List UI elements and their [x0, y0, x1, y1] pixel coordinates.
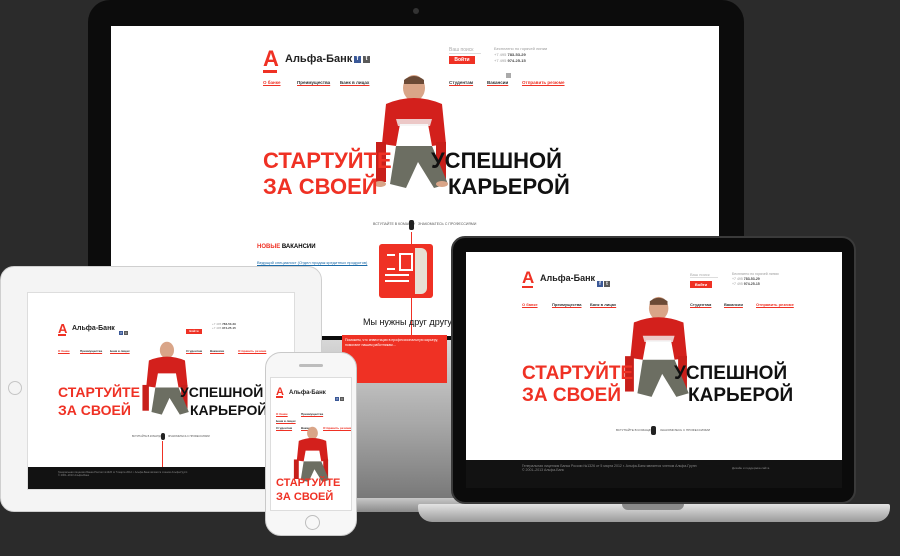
hero-right-caption[interactable]: ЗНАКОМЬТЕСЬ С ПРОФЕССИЯМИ — [168, 435, 210, 438]
hero-line2-red: ЗА СВОЕЙ — [263, 174, 378, 199]
phone-speaker — [299, 364, 323, 367]
brand-name: Альфа-Банк — [285, 53, 353, 65]
phone-home-button[interactable] — [305, 515, 320, 530]
hero-person-image — [625, 296, 689, 397]
brand-name: Альфа-Банк — [289, 390, 326, 396]
hero-right-caption[interactable]: ЗНАКОМЬТЕСЬ С ПРОФЕССИЯМИ — [660, 428, 710, 432]
signin-button[interactable]: Войти — [690, 281, 712, 288]
hero-line1-red: СТАРТУЙТЕ — [276, 477, 341, 489]
search-input[interactable]: Ваш поиск — [449, 47, 481, 54]
hero-line1-black: УСПЕШНОЙ — [674, 363, 788, 384]
footer-right[interactable]: Дизайн и поддержка сайта — [732, 466, 769, 470]
nav-item-about[interactable]: О банке — [522, 302, 538, 307]
nav-item-send-cv[interactable]: Отправить резюме — [238, 349, 266, 353]
phones-block: Бесплатно по горячей линии +7 495 783-53… — [494, 46, 548, 63]
brand-name: Альфа-Банк — [72, 325, 115, 332]
hero-line1-red: СТАРТУЙТЕ — [522, 363, 634, 384]
nav-item-vacancies[interactable]: Вакансии — [487, 80, 508, 85]
nav-item-send-cv[interactable]: Отправить резюме — [756, 302, 794, 307]
phones-block: Бесплатно по горячей линии +7 495 783-53… — [732, 272, 779, 286]
laptop-screen: А Альфа-Банк f t Ваш поиск Войти Бесплат… — [466, 252, 842, 488]
phones-block: +7 495 783-53-29 +7 495 974-25-15 — [212, 322, 236, 330]
nav-item-advantages[interactable]: Преимущества — [80, 349, 102, 353]
nav-item-people[interactable]: Банк в лицах — [590, 302, 616, 307]
hero-left-caption[interactable]: ВСТУПАЙТЕ В КОМАНДУ — [132, 435, 162, 438]
hero-line1-red: СТАРТУЙТЕ — [263, 148, 392, 173]
nav-item-about[interactable]: О банке — [276, 412, 288, 416]
nav-item-advantages[interactable]: Преимущества — [552, 302, 582, 307]
brand-logo-icon[interactable]: А — [522, 268, 534, 288]
hero-line2-black: КАРЬЕРОЙ — [448, 174, 570, 199]
brand-name: Альфа-Банк — [540, 273, 596, 283]
hero-switch-icon[interactable] — [161, 433, 165, 440]
brand-logo-icon[interactable]: А — [276, 386, 284, 398]
nav-item-vacancies[interactable]: Вакансии — [724, 302, 743, 307]
hero-right-caption[interactable]: ЗНАКОМЬТЕСЬ С ПРОФЕССИЯМИ — [418, 222, 476, 226]
promo-heading: Мы нужны друг другу — [363, 317, 452, 327]
hero-divider-line — [162, 441, 163, 467]
search-input[interactable]: Ваш поиск — [690, 272, 718, 278]
hero-person-image — [142, 341, 189, 415]
hero-line1-black: УСПЕШНОЙ — [431, 148, 562, 173]
nav-item-about[interactable]: О банке — [58, 349, 70, 353]
twitter-icon[interactable]: t — [124, 331, 128, 335]
hero-line2-red: ЗА СВОЕЙ — [58, 402, 131, 418]
hero-switch-icon[interactable] — [409, 220, 414, 230]
vacancies-title: НОВЫЕ ВАКАНСИИ — [257, 244, 316, 250]
facebook-icon[interactable]: f — [354, 56, 361, 63]
rss-icon[interactable] — [506, 73, 511, 78]
brand-logo-icon[interactable]: А — [263, 46, 279, 73]
footer: Генеральная лицензия Банка России №1326 … — [466, 460, 842, 488]
hero-line2-black: КАРЬЕРОЙ — [190, 402, 268, 418]
footer: Генеральная лицензия Банка России №1326 … — [28, 467, 294, 489]
hero-line2-red: ЗА СВОЕЙ — [522, 385, 621, 406]
signin-button[interactable]: Войти — [186, 329, 202, 334]
nav-item-vacancies[interactable]: Вакансии — [210, 349, 224, 353]
signin-button[interactable]: Войти — [449, 56, 475, 64]
laptop-notch — [622, 504, 684, 510]
nav-item-about[interactable]: О банке — [263, 80, 281, 85]
tablet-screen: А Альфа-Банк f t Войти +7 495 783-53-29 … — [27, 292, 295, 490]
twitter-icon[interactable]: t — [340, 397, 344, 401]
facebook-icon[interactable]: f — [597, 281, 603, 287]
nav-item-people[interactable]: Банк в лицах — [276, 419, 296, 423]
hero-line2-black: КАРЬЕРОЙ — [688, 385, 794, 406]
facebook-icon[interactable]: f — [335, 397, 339, 401]
camera-icon — [413, 8, 419, 14]
nav-item-advantages[interactable]: Преимущества — [297, 80, 330, 85]
hero-line2-red: ЗА СВОЕЙ — [276, 491, 334, 503]
nav-item-send-cv[interactable]: Отправить резюме — [522, 80, 565, 85]
facebook-icon[interactable]: f — [119, 331, 123, 335]
nav-item-advantages[interactable]: Преимущества — [301, 412, 323, 416]
hero-line1-black: УСПЕШНОЙ — [180, 384, 264, 400]
hero-person-image — [374, 75, 448, 188]
vacancy-link[interactable]: Ведущий специалист (Отдел продаж кредитн… — [257, 260, 367, 265]
twitter-icon[interactable]: t — [604, 281, 610, 287]
hero-left-caption[interactable]: ВСТУПАЙТЕ В КОМАНДУ — [616, 428, 652, 432]
brand-logo-icon[interactable]: А — [58, 321, 67, 336]
hero-switch-icon[interactable] — [651, 426, 656, 435]
twitter-icon[interactable]: t — [363, 56, 370, 63]
book-illustration — [379, 244, 433, 298]
hero-line1-red: СТАРТУЙТЕ — [58, 384, 140, 400]
phone-screen: А Альфа-Банк f t О банке Преимущества Ба… — [270, 377, 352, 511]
tablet-home-button[interactable] — [8, 381, 22, 395]
nav-item-people[interactable]: Банк в лицах — [110, 349, 130, 353]
promo-text-panel: Поможем, что инвестиции в профессиональн… — [342, 335, 447, 383]
